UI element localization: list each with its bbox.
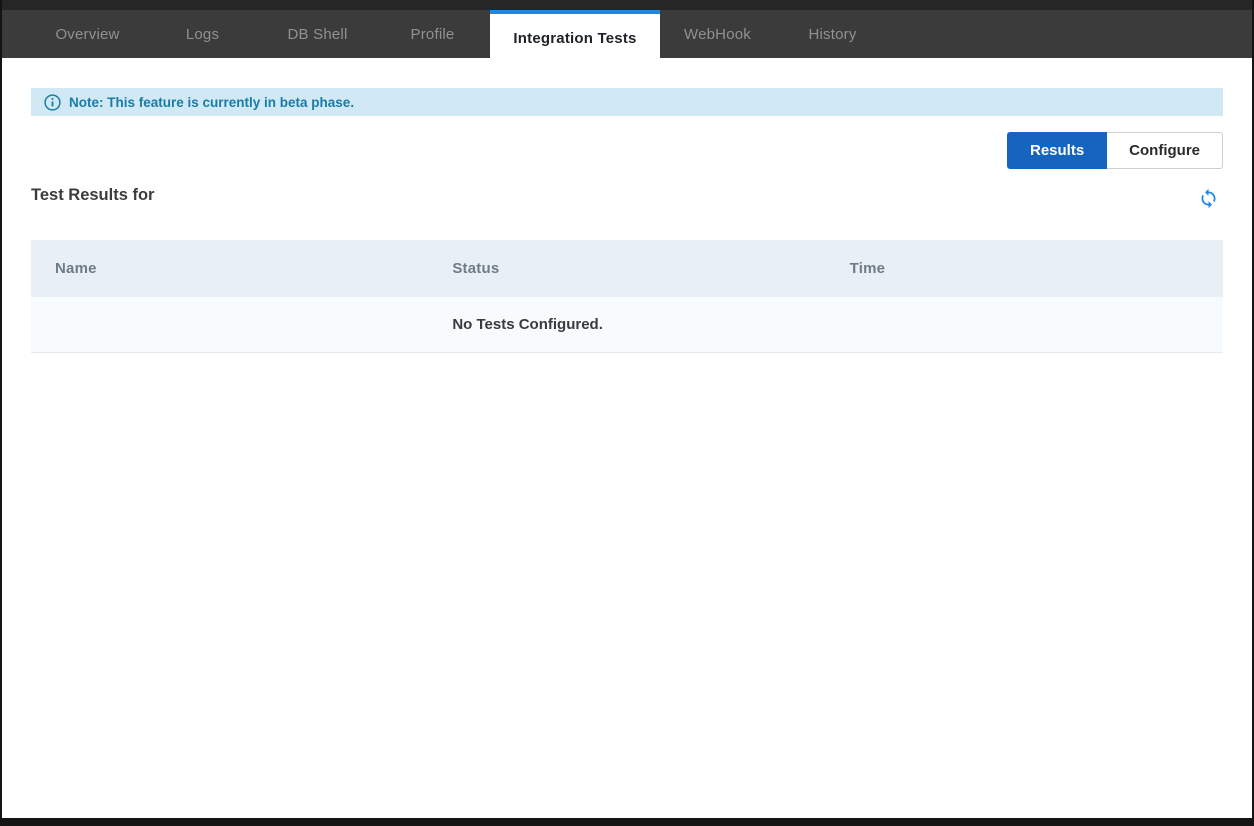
tab-profile[interactable]: Profile [375,10,490,58]
refresh-sync-icon[interactable] [1198,188,1219,209]
view-toggle-row: Results Configure [31,132,1223,169]
tab-integration-tests[interactable]: Integration Tests [490,10,660,63]
tab-logs[interactable]: Logs [145,10,260,58]
info-circle-icon [44,94,61,111]
empty-state-row: No Tests Configured. [31,297,1223,353]
results-button[interactable]: Results [1007,132,1107,169]
window-chrome-bottom [0,818,1254,826]
tab-db-shell[interactable]: DB Shell [260,10,375,58]
tab-overview[interactable]: Overview [30,10,145,58]
column-header-status: Status [428,260,825,277]
content-area: Note: This feature is currently in beta … [2,88,1252,353]
beta-note-banner: Note: This feature is currently in beta … [31,88,1223,116]
heading-row: Test Results for [31,182,1223,209]
tab-bar: Overview Logs DB Shell Profile Integrati… [2,10,1252,58]
note-text: Note: This feature is currently in beta … [69,95,354,110]
tab-history[interactable]: History [775,10,890,58]
column-header-time: Time [826,260,1223,277]
empty-state-text: No Tests Configured. [428,316,825,333]
column-header-name: Name [31,260,428,277]
view-toggle: Results Configure [1007,132,1223,169]
page-title: Test Results for [31,186,154,205]
app-window: Overview Logs DB Shell Profile Integrati… [2,0,1252,818]
window-chrome-top [2,0,1252,10]
tab-webhook[interactable]: WebHook [660,10,775,58]
test-results-table: Name Status Time No Tests Configured. [31,240,1223,353]
table-header-row: Name Status Time [31,240,1223,297]
configure-button[interactable]: Configure [1107,132,1223,169]
